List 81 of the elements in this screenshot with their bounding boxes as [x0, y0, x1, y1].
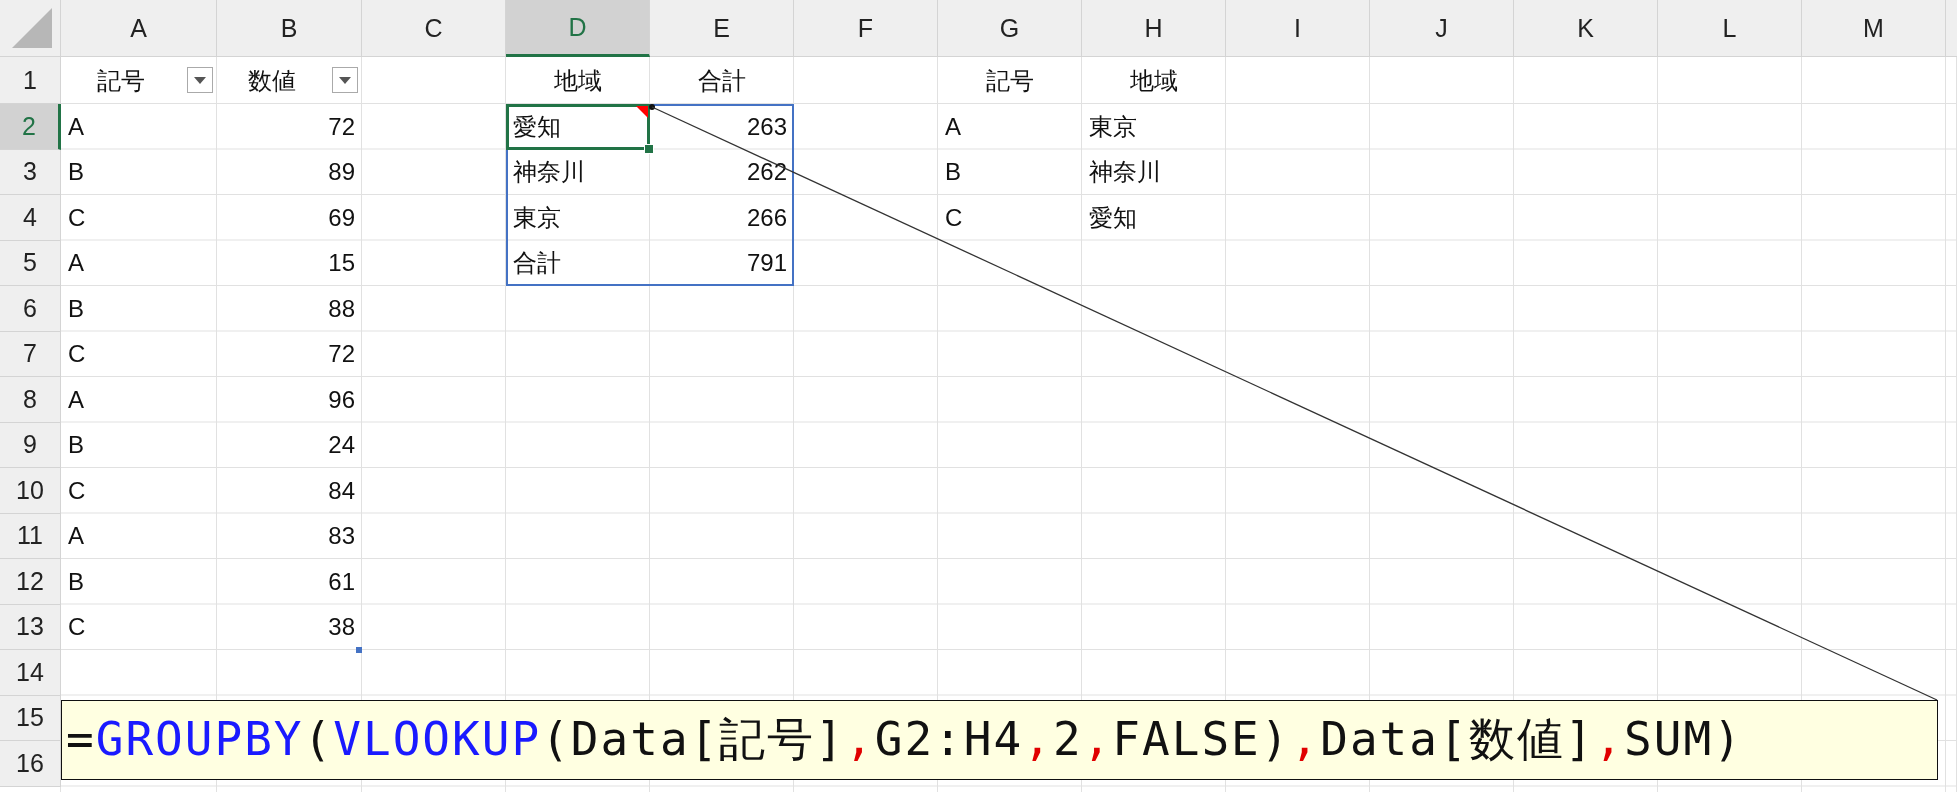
cell-text: A: [67, 111, 85, 142]
select-all-triangle-icon: [12, 8, 52, 48]
cell-text: B: [67, 157, 85, 188]
column-header[interactable]: D: [506, 0, 650, 57]
cell-text: B: [944, 157, 962, 188]
row-header[interactable]: 4: [0, 195, 61, 241]
row-header[interactable]: 15: [0, 695, 61, 741]
cell-text: 262: [650, 149, 794, 195]
cell-text: 69: [327, 202, 356, 233]
fill-handle[interactable]: [644, 143, 654, 154]
column-header[interactable]: G: [938, 0, 1082, 57]
column-heading-text: 合計: [697, 65, 747, 96]
cell-text: C: [944, 202, 964, 233]
cell-text: A: [67, 384, 85, 415]
column-header[interactable]: L: [1658, 0, 1802, 57]
column-heading-text: 地域: [553, 65, 603, 96]
cell-text: 38: [217, 604, 362, 650]
row-header[interactable]: 6: [0, 286, 61, 332]
column-header[interactable]: K: [1514, 0, 1658, 57]
row-header[interactable]: 11: [0, 513, 61, 559]
column-header[interactable]: B: [217, 0, 362, 57]
column-header[interactable]: J: [1370, 0, 1514, 57]
cell-text: 96: [327, 384, 356, 415]
row-header[interactable]: 8: [0, 377, 61, 423]
row-header[interactable]: 9: [0, 422, 61, 468]
column-header[interactable]: E: [650, 0, 794, 57]
cell-text: C: [67, 612, 87, 643]
cell-text: 神奈川: [1088, 157, 1162, 188]
cell-text: A: [944, 111, 962, 142]
formula-text: =GROUPBY(VLOOKUP(Data[記号],G2:H4,2,FALSE),Data[数値],SUM): [66, 711, 1743, 768]
column-heading-text: 記号: [97, 65, 145, 96]
column-header[interactable]: H: [1082, 0, 1226, 57]
selected-cell[interactable]: 愛知: [506, 104, 650, 150]
cell-text: 61: [327, 566, 356, 597]
column-heading-text: 地域: [1129, 65, 1179, 96]
column-header[interactable]: M: [1802, 0, 1946, 57]
caret-icon: [194, 76, 206, 84]
cell-text: 合計: [506, 240, 650, 286]
cell-text: A: [67, 521, 85, 552]
column-header[interactable]: F: [794, 0, 938, 57]
cell-text: 東京: [1088, 111, 1138, 142]
row-header[interactable]: 16: [0, 741, 61, 787]
cell-text: 東京: [506, 195, 650, 241]
column-header[interactable]: C: [362, 0, 506, 57]
cell-text: 89: [327, 157, 356, 188]
row-header[interactable]: 2: [0, 104, 61, 150]
column-header[interactable]: I: [1226, 0, 1370, 57]
cell-text: 791: [650, 240, 794, 286]
cell-text: A: [67, 248, 85, 279]
filter-dropdown-button[interactable]: [187, 67, 213, 93]
row-header[interactable]: 3: [0, 149, 61, 195]
column-heading-text: 数値: [247, 65, 296, 96]
cell-text: C: [67, 202, 87, 233]
cell-text: 83: [327, 521, 356, 552]
cell-text: 愛知: [1088, 202, 1138, 233]
row-header[interactable]: 5: [0, 240, 61, 286]
cell-text: C: [67, 475, 87, 506]
cell-text: B: [67, 430, 85, 461]
cell-text: 88: [327, 293, 356, 324]
column-heading-text: 記号: [985, 65, 1035, 96]
row-header[interactable]: 12: [0, 559, 61, 605]
cell-text: 72: [327, 339, 356, 370]
cell-text: B: [67, 293, 85, 324]
row-header[interactable]: 1: [0, 57, 61, 104]
table-resize-handle[interactable]: [356, 647, 362, 653]
row-header[interactable]: 7: [0, 331, 61, 377]
filter-dropdown-button[interactable]: [332, 67, 358, 93]
caret-icon: [339, 76, 351, 84]
cell-text: 15: [327, 248, 356, 279]
cell-text: 24: [327, 430, 356, 461]
row-header[interactable]: 10: [0, 468, 61, 514]
row-header[interactable]: 13: [0, 604, 61, 650]
cell-text: 72: [327, 111, 356, 142]
cell-text: 神奈川: [506, 149, 650, 195]
cell-text: 266: [650, 195, 794, 241]
cell-text: C: [67, 339, 87, 370]
column-header[interactable]: A: [61, 0, 217, 57]
cell-text: 263: [650, 104, 794, 150]
cell-text: B: [67, 566, 85, 597]
cell-text: 84: [327, 475, 356, 506]
row-header[interactable]: 14: [0, 650, 61, 696]
